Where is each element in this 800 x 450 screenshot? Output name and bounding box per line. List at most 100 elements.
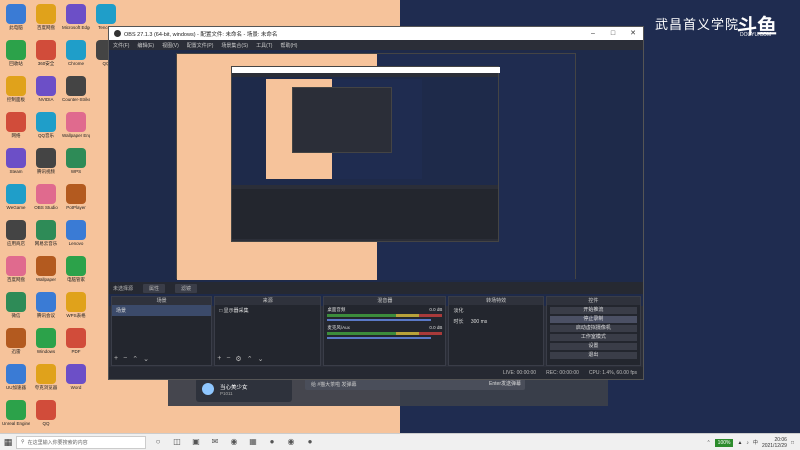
remove-icon[interactable]: − bbox=[123, 355, 127, 363]
source-item[interactable]: □ 显示器采集 bbox=[215, 305, 320, 316]
desktop-icon[interactable]: Wallpaper Engine bbox=[62, 112, 90, 138]
clock[interactable]: 20:06 2021/12/29 bbox=[762, 437, 787, 449]
obs-window[interactable]: OBS 27.1.3 (64-bit, windows) - 配置文件: 未命名… bbox=[108, 26, 644, 380]
virtual-camera-button[interactable]: 启动虚拟摄像机 bbox=[549, 325, 637, 332]
desktop-icon[interactable]: 网易云音乐 bbox=[32, 220, 60, 246]
desktop-icon[interactable]: UU加速器 bbox=[2, 364, 30, 390]
down-icon[interactable]: ⌄ bbox=[143, 355, 149, 363]
properties-button[interactable]: 属性 bbox=[143, 283, 166, 293]
maximize-icon[interactable]: □ bbox=[603, 27, 623, 40]
remove-icon[interactable]: − bbox=[226, 355, 230, 363]
desktop-icon[interactable]: Unreal Engine bbox=[2, 400, 30, 426]
desktop-icon[interactable]: 此电脑 bbox=[2, 4, 30, 30]
desktop-icon[interactable]: OBS Studio bbox=[32, 184, 60, 210]
desktop-icon[interactable]: QQ音乐 bbox=[32, 112, 60, 138]
volume-slider[interactable] bbox=[327, 319, 431, 321]
qq-icon[interactable]: ● bbox=[303, 435, 317, 449]
desktop-icon[interactable]: 迅雷 bbox=[2, 328, 30, 354]
up-icon[interactable]: ⌃ bbox=[132, 355, 138, 363]
duration-value[interactable]: 300 ms bbox=[471, 319, 487, 325]
add-icon[interactable]: + bbox=[217, 355, 221, 363]
battery-indicator[interactable]: 100% bbox=[714, 438, 734, 447]
desktop-icon[interactable]: 回收站 bbox=[2, 40, 30, 66]
start-streaming-button[interactable]: 开始推流 bbox=[549, 307, 637, 314]
store-icon[interactable]: ▦ bbox=[246, 435, 260, 449]
menu-view[interactable]: 视图(V) bbox=[162, 42, 179, 49]
notifications-icon[interactable]: □ bbox=[791, 440, 794, 446]
obs-preview[interactable] bbox=[109, 50, 643, 306]
scene-item[interactable]: 场景 bbox=[112, 305, 212, 316]
tray-arrow-icon[interactable]: ⌃ bbox=[706, 440, 710, 446]
desktop-icon[interactable]: Microsoft Edge bbox=[62, 4, 90, 30]
menu-edit[interactable]: 编辑(E) bbox=[137, 42, 154, 49]
up-icon[interactable]: ⌃ bbox=[247, 355, 253, 363]
desktop-icon[interactable]: Wallpaper bbox=[32, 256, 60, 282]
settings-button[interactable]: 设置 bbox=[549, 343, 637, 350]
desktop-icon[interactable]: 百度网盘 bbox=[32, 4, 60, 30]
cortana-icon[interactable]: ○ bbox=[151, 435, 165, 449]
menu-profile[interactable]: 配置文件(P) bbox=[187, 42, 214, 49]
volume-icon[interactable]: ♪ bbox=[746, 440, 749, 446]
studio-mode-button[interactable]: 工作室模式 bbox=[549, 334, 637, 341]
exit-button[interactable]: 退出 bbox=[549, 352, 637, 359]
desktop-icon[interactable]: 百度网盘 bbox=[2, 256, 30, 282]
desktop-icon[interactable]: 控制面板 bbox=[2, 76, 30, 102]
desktop-icon[interactable]: Chrome bbox=[62, 40, 90, 66]
app-icon bbox=[6, 40, 26, 60]
desktop-icon-label: WPS bbox=[70, 169, 82, 174]
desktop-icon[interactable]: WPS bbox=[62, 148, 90, 174]
anchor-card[interactable]: 当心美少女 P1011 bbox=[196, 378, 292, 402]
app-icon bbox=[66, 184, 86, 204]
desktop-icon[interactable]: Lenovo bbox=[62, 220, 90, 246]
desktop-icon[interactable]: PDF bbox=[62, 328, 90, 354]
minimize-icon[interactable]: – bbox=[583, 27, 603, 40]
close-icon[interactable]: ✕ bbox=[623, 27, 643, 40]
obs-statusbar: LIVE: 00:00:00 REC: 00:00:00 CPU: 1.4%, … bbox=[109, 367, 643, 379]
desktop-icon[interactable]: 夸克浏览器 bbox=[32, 364, 60, 390]
desktop-icon-label: Microsoft Edge bbox=[62, 25, 90, 30]
desktop-icon[interactable]: WeGame bbox=[2, 184, 30, 210]
desktop-icon[interactable]: 腾讯视频 bbox=[32, 148, 60, 174]
network-icon[interactable]: ▲ bbox=[737, 440, 742, 446]
desktop-icon[interactable]: Word bbox=[62, 364, 90, 390]
transitions-dock: 转场特效 淡化 时长 300 ms bbox=[448, 296, 544, 366]
add-icon[interactable]: + bbox=[114, 355, 118, 363]
menu-file[interactable]: 文件(F) bbox=[113, 42, 129, 49]
windows-start-icon[interactable]: ▦ bbox=[0, 434, 16, 450]
down-icon[interactable]: ⌄ bbox=[258, 355, 264, 363]
desktop-icon[interactable]: 应用商店 bbox=[2, 220, 30, 246]
desktop-icon[interactable]: NVIDIA bbox=[32, 76, 60, 102]
desktop-icon-label: Wallpaper bbox=[35, 277, 57, 282]
menu-scene-collection[interactable]: 场景集合(S) bbox=[221, 42, 248, 49]
menu-help[interactable]: 帮助(H) bbox=[280, 42, 297, 49]
gear-icon[interactable]: ⚙ bbox=[235, 355, 241, 363]
ime-icon[interactable]: 中 bbox=[753, 439, 758, 446]
wechat-icon[interactable]: ◉ bbox=[284, 435, 298, 449]
filters-button[interactable]: 滤镜 bbox=[175, 283, 198, 293]
transition-select[interactable]: 淡化 bbox=[449, 305, 542, 316]
mail-icon[interactable]: ✉ bbox=[208, 435, 222, 449]
search-icon: ⚲ bbox=[21, 439, 25, 445]
desktop-icon[interactable]: 网络 bbox=[2, 112, 30, 138]
desktop-icon[interactable]: Counter-Strike bbox=[62, 76, 90, 102]
taskbar-search[interactable]: ⚲ 在这里输入你要搜索的内容 bbox=[16, 435, 146, 449]
desktop-icon[interactable]: 360安全 bbox=[32, 40, 60, 66]
obs-taskbar-icon[interactable]: ● bbox=[265, 435, 279, 449]
menu-tools[interactable]: 工具(T) bbox=[256, 42, 272, 49]
edge-icon[interactable]: ◉ bbox=[227, 435, 241, 449]
task-view-icon[interactable]: ◫ bbox=[170, 435, 184, 449]
stop-recording-button[interactable]: 停止录制 bbox=[549, 316, 637, 323]
desktop-icon[interactable]: Steam bbox=[2, 148, 30, 174]
desktop-icon[interactable]: 电脑管家 bbox=[62, 256, 90, 282]
file-explorer-icon[interactable]: ▣ bbox=[189, 435, 203, 449]
volume-slider[interactable] bbox=[327, 337, 431, 339]
desktop-icon[interactable]: Windows bbox=[32, 328, 60, 354]
anchor-name: 当心美少女 bbox=[220, 385, 248, 391]
obs-titlebar[interactable]: OBS 27.1.3 (64-bit, windows) - 配置文件: 未命名… bbox=[109, 27, 643, 40]
desktop-icon[interactable]: 微信 bbox=[2, 292, 30, 318]
send-button[interactable]: Enter发送弹幕 bbox=[489, 380, 521, 387]
desktop-icon[interactable]: QQ bbox=[32, 400, 60, 426]
desktop-icon[interactable]: 腾讯会议 bbox=[32, 292, 60, 318]
desktop-icon[interactable]: PotPlayer bbox=[62, 184, 90, 210]
desktop-icon[interactable]: WPS表格 bbox=[62, 292, 90, 318]
